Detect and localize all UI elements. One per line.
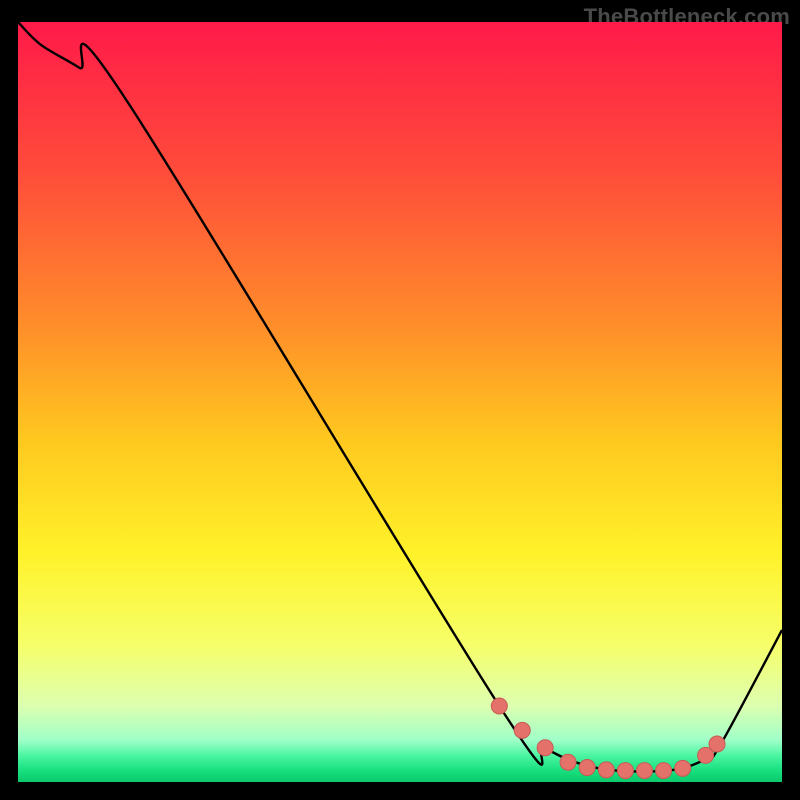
chart-dot xyxy=(514,722,530,738)
chart-svg xyxy=(0,0,800,800)
chart-dot xyxy=(636,763,652,779)
chart-dot xyxy=(617,763,633,779)
chart-dot xyxy=(537,740,553,756)
chart-dot xyxy=(579,760,595,776)
chart-stage: TheBottleneck.com xyxy=(0,0,800,800)
chart-dot xyxy=(598,762,614,778)
chart-dot xyxy=(560,754,576,770)
chart-gradient-rect xyxy=(18,22,782,782)
chart-dot xyxy=(709,736,725,752)
chart-dot xyxy=(675,760,691,776)
chart-dot xyxy=(491,698,507,714)
chart-dot xyxy=(656,763,672,779)
